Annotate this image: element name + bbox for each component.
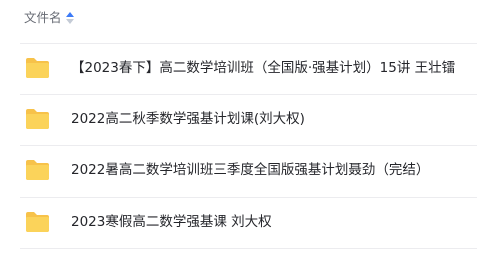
- row-divider: [20, 43, 477, 44]
- file-row[interactable]: 【2023春下】高二数学培训班（全国版·强基计划）15讲 王壮镭: [0, 43, 477, 93]
- folder-icon: [24, 107, 51, 131]
- file-row[interactable]: 2022暑高二数学培训班三季度全国版强基计划聂劲（完结）: [0, 145, 477, 195]
- row-divider: [20, 197, 477, 198]
- file-name[interactable]: 2022暑高二数学培训班三季度全国版强基计划聂劲（完结）: [71, 161, 429, 179]
- file-row[interactable]: 2022高二秋季数学强基计划课(刘大权): [0, 94, 477, 144]
- file-list-header: 文件名: [0, 0, 477, 38]
- folder-icon: [24, 158, 51, 182]
- row-divider: [20, 248, 477, 249]
- sort-updown-icon[interactable]: [65, 11, 75, 25]
- file-name[interactable]: 2023寒假高二数学强基课 刘大权: [71, 213, 272, 231]
- file-list: 文件名 【2023春下】高二数学培训班（全国版·强基计划）15讲 王壮镭 202…: [0, 0, 477, 261]
- file-name[interactable]: 【2023春下】高二数学培训班（全国版·强基计划）15讲 王壮镭: [71, 59, 455, 77]
- folder-icon: [24, 210, 51, 234]
- file-row[interactable]: 2023寒假高二数学强基课 刘大权: [0, 197, 477, 247]
- row-divider: [20, 94, 477, 95]
- column-header-name[interactable]: 文件名: [24, 9, 62, 27]
- row-divider: [20, 145, 477, 146]
- file-name[interactable]: 2022高二秋季数学强基计划课(刘大权): [71, 110, 305, 128]
- folder-icon: [24, 56, 51, 80]
